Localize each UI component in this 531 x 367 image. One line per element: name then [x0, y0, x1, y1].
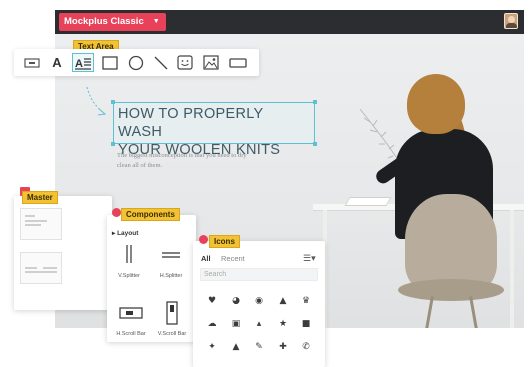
chair-leg	[469, 296, 480, 328]
button-icon	[24, 57, 40, 68]
chair-seat	[398, 279, 504, 301]
image-icon	[203, 55, 219, 70]
pencil-icon[interactable]: ✎	[253, 341, 265, 353]
bell-icon[interactable]: ▲	[277, 295, 289, 307]
component-toolbar: A A	[14, 49, 259, 76]
pin-icon[interactable]: ✦	[206, 341, 218, 353]
app-title: Mockplus Classic	[64, 16, 144, 27]
svg-text:A: A	[75, 58, 83, 70]
chair-leg	[423, 296, 434, 328]
desk-leg	[510, 210, 514, 328]
rectangle-tool[interactable]	[100, 53, 120, 72]
component-label: H.Splitter	[159, 273, 183, 279]
lock-icon[interactable]: ■	[300, 318, 312, 330]
dashed-arrow	[86, 86, 107, 116]
heart-icon[interactable]: ♥	[206, 295, 218, 307]
image-tool[interactable]	[201, 53, 221, 72]
resize-handle[interactable]	[111, 100, 115, 104]
woman-head	[407, 74, 465, 134]
button-tool[interactable]	[22, 53, 42, 72]
text-area-tool[interactable]: A	[72, 53, 94, 72]
tab-all[interactable]: All	[201, 254, 211, 263]
component-label: H.Scroll Bar	[116, 331, 146, 337]
smiley-icon	[177, 55, 193, 70]
trophy-icon[interactable]: ♛	[300, 295, 312, 307]
icons-badge-icon	[199, 235, 208, 244]
components-badge-icon	[112, 208, 121, 217]
layout-section-label: Layout	[117, 230, 139, 237]
gift-icon[interactable]: ▣	[230, 318, 242, 330]
headline-line: HOW TO PROPERLY WASH	[118, 106, 264, 140]
component-label: V.Scroll Bar	[157, 331, 187, 337]
icons-tag: Icons	[209, 235, 240, 248]
circle-icon	[128, 55, 144, 70]
horizontal-scrollbar-icon	[119, 307, 143, 319]
resize-handle[interactable]	[313, 100, 317, 104]
master-thumbnail[interactable]	[20, 252, 62, 284]
body-text-line: The biggest misconception is that you ne…	[117, 152, 247, 159]
vertical-splitter-icon	[126, 245, 132, 263]
line-icon	[154, 56, 168, 69]
components-tag: Components	[121, 208, 180, 221]
circle-tool[interactable]	[126, 53, 146, 72]
master-tag: Master	[22, 191, 58, 204]
app-menu-button[interactable]: Mockplus Classic ▼	[59, 13, 166, 31]
resize-handle[interactable]	[313, 142, 317, 146]
smiley-tool[interactable]	[175, 53, 195, 72]
search-input[interactable]: Search	[200, 268, 318, 281]
phone-icon[interactable]: ✆	[300, 341, 312, 353]
chevron-down-icon: ▼	[152, 18, 160, 25]
cloud-icon[interactable]: ☁	[206, 318, 218, 330]
wrench-icon[interactable]: ✚	[277, 341, 289, 353]
thumbs-up-icon[interactable]: ▴	[253, 318, 265, 330]
line-tool[interactable]	[151, 53, 171, 72]
horizontal-splitter-icon	[162, 252, 180, 258]
headline-text-area[interactable]: HOW TO PROPERLY WASH YOUR WOOLEN KNITS	[111, 100, 317, 158]
star-icon[interactable]: ★	[277, 318, 289, 330]
flask-icon[interactable]: ▲	[230, 341, 242, 353]
body-text-line: clean all of them.	[117, 162, 163, 169]
notebook	[344, 197, 392, 206]
tab-recent[interactable]: Recent	[221, 254, 245, 263]
master-thumbnail[interactable]	[20, 208, 62, 240]
pie-chart-icon[interactable]: ◕	[230, 295, 242, 307]
marketing-screenshot: Mockplus Classic ▼ HOW TO PROPERLY WASH …	[0, 0, 531, 367]
input-icon	[229, 57, 247, 68]
resize-handle[interactable]	[111, 142, 115, 146]
vertical-scrollbar-icon	[166, 301, 178, 325]
avatar[interactable]	[504, 13, 518, 29]
body-text[interactable]: The biggest misconception is that you ne…	[117, 151, 307, 171]
text-icon: A	[52, 55, 62, 70]
input-tool[interactable]	[228, 53, 248, 72]
text-area-icon: A	[75, 58, 91, 70]
text-tool[interactable]: A	[47, 53, 67, 72]
eye-icon[interactable]: ◉	[253, 295, 265, 307]
master-panel[interactable]	[14, 196, 112, 310]
layout-section-title[interactable]: ▸ Layout	[112, 229, 138, 237]
list-menu-icon[interactable]: ☰▾	[303, 253, 316, 264]
rectangle-icon	[102, 55, 118, 70]
app-topbar: Mockplus Classic ▼	[55, 10, 524, 34]
component-label: V.Splitter	[118, 273, 140, 279]
